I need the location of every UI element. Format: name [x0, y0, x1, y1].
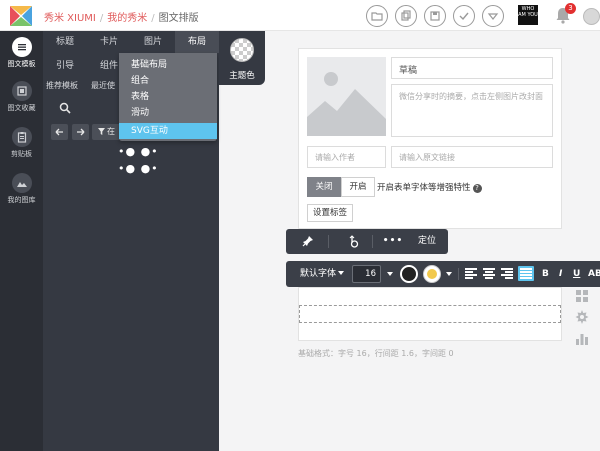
author-input[interactable]: 请输入作者: [307, 146, 386, 168]
image-library-icon: [11, 173, 32, 193]
filter-icon: [98, 128, 105, 135]
nav-label: 图文模板: [7, 60, 36, 68]
save-icon[interactable]: [424, 5, 446, 27]
breadcrumb-editor: 图文排版: [158, 13, 199, 24]
caret-down-icon: [446, 272, 452, 276]
panel-tabs: 标题 卡片 图片 布局: [43, 31, 219, 53]
dropdown-item-svg-interactive[interactable]: SVG互动: [119, 123, 217, 139]
loading-dots: •● ●•: [118, 162, 159, 175]
theme-color-label: 主题色: [229, 71, 255, 81]
block-toolbar: • • • 定位: [286, 229, 448, 254]
tab-layout[interactable]: 布局: [175, 31, 219, 53]
layout-dropdown: 基础布局 组合 表格 滑动 SVG互动: [119, 53, 217, 141]
chevron-down-icon[interactable]: [482, 5, 504, 27]
nav-item-clipboard[interactable]: 剪贴板: [0, 127, 43, 159]
loading-dots: •● ●•: [118, 145, 159, 158]
arrow-right-icon: [77, 128, 85, 136]
nav-label: 图文收藏: [7, 104, 36, 112]
breadcrumb-brand[interactable]: 秀米 XIUMI: [44, 13, 96, 24]
editable-line[interactable]: [299, 305, 561, 323]
settings-gear-icon[interactable]: [575, 310, 589, 324]
arrow-left-icon: [55, 128, 63, 136]
recommended-templates-link[interactable]: 推荐模板: [46, 80, 78, 91]
text-format-toolbar: 默认字体 16 B I U AB: [286, 261, 600, 287]
collection-icon: [11, 81, 32, 101]
align-right-icon[interactable]: [501, 268, 513, 279]
basic-format-info: 基础格式：字号 16，行间距 1.6，字间距 0: [298, 349, 454, 358]
clipboard-icon: [11, 127, 32, 147]
toggle-off-button[interactable]: 关闭: [307, 177, 341, 197]
highlight-icon: [427, 269, 437, 279]
tab-guide[interactable]: 引导: [56, 58, 74, 71]
more-format-button[interactable]: AB: [588, 261, 600, 287]
open-folder-icon[interactable]: [366, 5, 388, 27]
theme-color-button[interactable]: 主题色: [219, 31, 265, 85]
prev-page-button[interactable]: [51, 124, 68, 140]
caret-down-icon: [387, 272, 393, 276]
font-size-dropdown[interactable]: [387, 261, 393, 287]
align-justify-icon[interactable]: [518, 266, 534, 281]
tab-title[interactable]: 标题: [43, 31, 87, 53]
dropdown-item-combination[interactable]: 组合: [119, 73, 217, 89]
nav-label: 我的图库: [7, 196, 36, 204]
position-button[interactable]: 定位: [414, 229, 440, 254]
background-color-dropdown[interactable]: [446, 261, 452, 287]
help-icon[interactable]: ?: [472, 184, 482, 193]
nav-item-collection[interactable]: 图文收藏: [0, 81, 43, 113]
font-family-select[interactable]: 默认字体: [300, 261, 345, 287]
left-nav: 图文模板 图文收藏 剪贴板 我的图库: [0, 31, 43, 451]
bar-chart-icon[interactable]: [575, 332, 589, 346]
breadcrumb: 秀米 XIUMI / 我的秀米 / 图文排版: [44, 13, 199, 24]
dropdown-item-basic-layout[interactable]: 基础布局: [119, 57, 217, 73]
avatar[interactable]: [583, 8, 600, 25]
summary-input[interactable]: 微信分享时的摘要，点击左侧图片改封面: [391, 84, 553, 137]
font-size-input[interactable]: 16: [352, 265, 381, 283]
search-icon[interactable]: [59, 102, 71, 114]
tab-card[interactable]: 卡片: [87, 31, 131, 53]
check-icon[interactable]: [453, 5, 475, 27]
grid-icon[interactable]: [575, 289, 589, 303]
text-color-picker[interactable]: [400, 265, 418, 283]
notification-badge: 3: [565, 3, 576, 14]
dropdown-item-slide[interactable]: 滑动: [119, 105, 217, 121]
bold-button[interactable]: B: [542, 261, 549, 287]
toggle-on-button[interactable]: 开启: [341, 177, 375, 197]
qr-code-icon[interactable]: WHO AM YOU: [518, 5, 538, 25]
underline-button[interactable]: U: [573, 261, 580, 287]
theme-swatch-icon: [230, 38, 254, 62]
more-options-button[interactable]: • • •: [379, 229, 405, 254]
tab-image[interactable]: 图片: [131, 31, 175, 53]
recent-templates-link[interactable]: 最近使: [91, 80, 115, 91]
copy-icon[interactable]: [395, 5, 417, 27]
align-left-icon[interactable]: [465, 268, 477, 279]
article-settings-card: 草稿 微信分享时的摘要，点击左侧图片改封面 请输入作者 请输入原文链接 关闭 开…: [298, 48, 562, 229]
background-color-picker[interactable]: [423, 265, 441, 283]
xiumi-logo-icon[interactable]: [8, 4, 34, 28]
set-tags-button[interactable]: 设置标签: [307, 204, 353, 222]
italic-button[interactable]: I: [559, 261, 562, 287]
tab-component[interactable]: 组件: [100, 58, 118, 71]
filter-label: 在: [107, 127, 115, 136]
nav-item-image-library[interactable]: 我的图库: [0, 173, 43, 205]
image-placeholder-icon: [307, 72, 386, 136]
dropdown-item-table[interactable]: 表格: [119, 89, 217, 105]
select-cursor-icon[interactable]: [348, 235, 360, 248]
breadcrumb-my-xiumi[interactable]: 我的秀米: [107, 13, 147, 24]
source-link-input[interactable]: 请输入原文链接: [391, 146, 553, 168]
align-center-icon[interactable]: [483, 268, 495, 279]
filter-button[interactable]: 在: [92, 124, 122, 140]
caret-down-icon: [338, 271, 345, 275]
cover-image[interactable]: [307, 57, 386, 136]
pin-icon[interactable]: [302, 235, 314, 247]
article-title-input[interactable]: 草稿: [391, 57, 553, 79]
toggle-description: 开启表单字体等增强特性?: [377, 181, 482, 193]
top-bar: 秀米 XIUMI / 我的秀米 / 图文排版 WHO AM YOU 3: [0, 0, 600, 31]
list-icon: [11, 37, 32, 57]
next-page-button[interactable]: [72, 124, 89, 140]
nav-label: 剪贴板: [11, 150, 32, 158]
editor-canvas[interactable]: [298, 287, 562, 341]
nav-item-templates[interactable]: 图文模板: [0, 37, 43, 69]
